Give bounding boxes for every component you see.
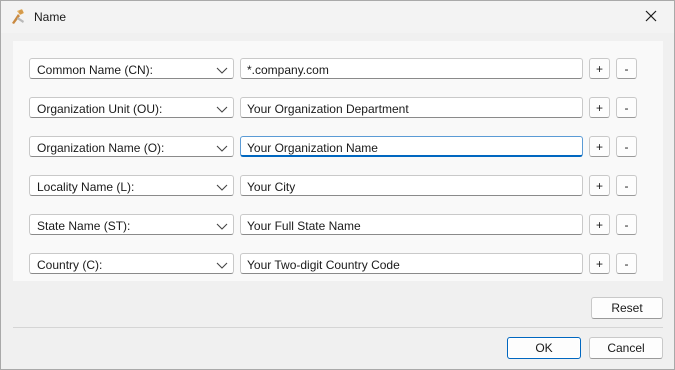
certificate-app-icon — [9, 8, 27, 26]
attribute-type-label: Organization Unit (OU): — [37, 102, 163, 116]
attribute-type-dropdown[interactable]: Common Name (CN): — [29, 58, 234, 79]
close-button[interactable] — [628, 1, 674, 33]
attribute-value-text: Your Organization Department — [247, 102, 409, 116]
attribute-value-input[interactable]: Your Full State Name — [240, 214, 583, 235]
add-row-button[interactable]: + — [589, 58, 610, 79]
add-row-button[interactable]: + — [589, 97, 610, 118]
attribute-type-label: State Name (ST): — [37, 219, 131, 233]
add-row-button[interactable]: + — [589, 175, 610, 196]
remove-row-button[interactable]: - — [616, 214, 637, 235]
chevron-down-icon — [216, 142, 228, 152]
attribute-value-input[interactable]: Your Organization Name — [240, 136, 583, 157]
attribute-value-text: Your City — [247, 180, 296, 194]
remove-row-button[interactable]: - — [616, 136, 637, 157]
attribute-value-text: Your Two-digit Country Code — [247, 258, 400, 272]
attribute-value-text: Your Organization Name — [247, 141, 378, 155]
attribute-value-input[interactable]: Your Organization Department — [240, 97, 583, 118]
remove-row-button[interactable]: - — [616, 58, 637, 79]
attribute-type-label: Country (C): — [37, 258, 103, 272]
attribute-value-text: Your Full State Name — [247, 219, 361, 233]
chevron-down-icon — [216, 259, 228, 269]
attribute-type-dropdown[interactable]: Locality Name (L): — [29, 175, 234, 196]
reset-button[interactable]: Reset — [591, 297, 663, 319]
attribute-type-dropdown[interactable]: State Name (ST): — [29, 214, 234, 235]
chevron-down-icon — [216, 220, 228, 230]
close-icon — [645, 10, 657, 25]
attribute-type-dropdown[interactable]: Organization Unit (OU): — [29, 97, 234, 118]
attribute-value-input[interactable]: *.company.com — [240, 58, 583, 79]
add-row-button[interactable]: + — [589, 214, 610, 235]
ok-button[interactable]: OK — [507, 337, 581, 359]
title-bar: Name — [1, 1, 674, 33]
cancel-button[interactable]: Cancel — [589, 337, 663, 359]
chevron-down-icon — [216, 181, 228, 191]
remove-row-button[interactable]: - — [616, 175, 637, 196]
attribute-type-label: Locality Name (L): — [37, 180, 135, 194]
remove-row-button[interactable]: - — [616, 97, 637, 118]
chevron-down-icon — [216, 103, 228, 113]
attribute-value-input[interactable]: Your Two-digit Country Code — [240, 253, 583, 274]
chevron-down-icon — [216, 64, 228, 74]
attribute-type-label: Organization Name (O): — [37, 141, 165, 155]
add-row-button[interactable]: + — [589, 136, 610, 157]
remove-row-button[interactable]: - — [616, 253, 637, 274]
attribute-type-dropdown[interactable]: Country (C): — [29, 253, 234, 274]
attribute-value-input[interactable]: Your City — [240, 175, 583, 196]
dialog-window: Name Common Name (CN): *.company.com + -… — [0, 0, 675, 370]
add-row-button[interactable]: + — [589, 253, 610, 274]
attribute-value-text: *.company.com — [247, 63, 329, 77]
attribute-type-dropdown[interactable]: Organization Name (O): — [29, 136, 234, 157]
separator — [13, 327, 663, 328]
window-title: Name — [34, 10, 67, 24]
attribute-type-label: Common Name (CN): — [37, 63, 154, 77]
